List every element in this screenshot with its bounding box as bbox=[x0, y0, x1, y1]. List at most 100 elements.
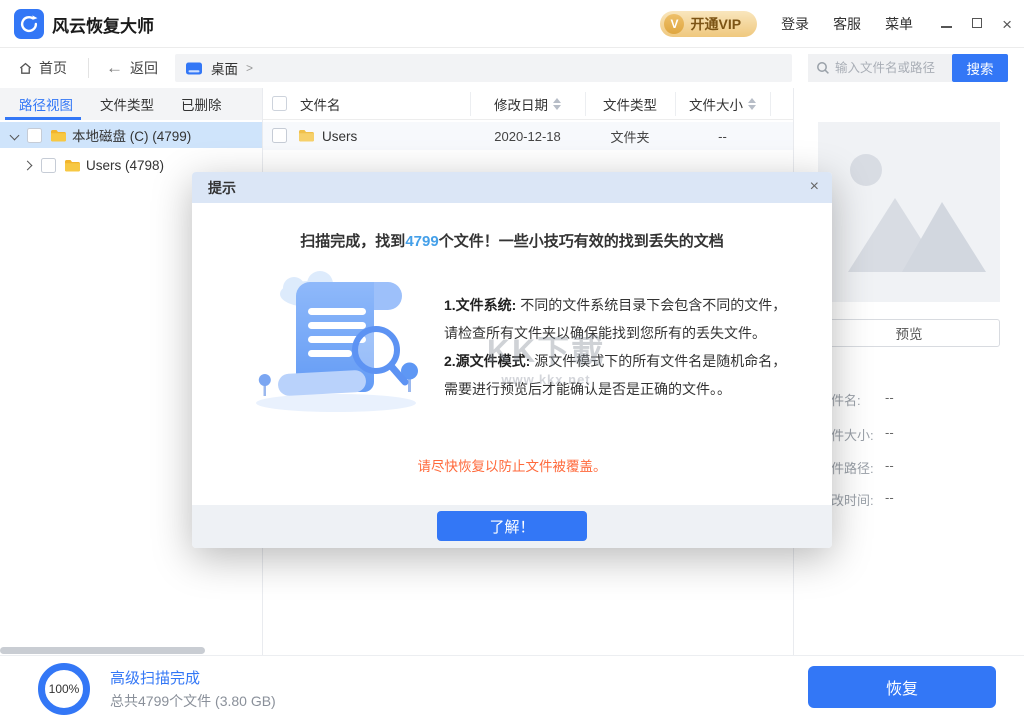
column-header-size-label: 文件大小 bbox=[689, 94, 743, 114]
file-info-modified: 修改时间: -- bbox=[818, 490, 1018, 509]
tip2-label: 2.源文件模式: bbox=[444, 353, 530, 369]
window-controls: × bbox=[941, 15, 1012, 33]
column-header-date[interactable]: 修改日期 bbox=[470, 88, 585, 120]
file-info-path: 文件路径: -- bbox=[818, 458, 1018, 477]
search-input[interactable] bbox=[835, 61, 940, 75]
scan-status-text: 高级扫描完成 bbox=[110, 667, 200, 688]
tree-item-local-disk-c[interactable]: 本地磁盘 (C) (4799) bbox=[0, 122, 262, 148]
back-button[interactable]: ← 返回 bbox=[106, 48, 158, 88]
search-icon bbox=[816, 61, 830, 75]
column-header-type[interactable]: 文件类型 bbox=[585, 88, 675, 120]
heading-suffix: 个文件！一些小技巧有效的找到丢失的文档 bbox=[439, 233, 724, 250]
chevron-down-icon[interactable] bbox=[10, 130, 20, 140]
home-button[interactable]: 首页 bbox=[18, 48, 67, 88]
progress-value: 100% bbox=[49, 682, 80, 696]
tab-path-view[interactable]: 路径视图 bbox=[19, 94, 73, 114]
navbar: 首页 ← 返回 桌面 > 搜索 bbox=[0, 48, 1024, 88]
cell-file-name: Users bbox=[322, 122, 357, 150]
titlebar: 风云恢复大师 V 开通VIP 登录 客服 菜单 × bbox=[0, 0, 1024, 48]
minimize-icon bbox=[941, 26, 952, 28]
tip-file-system: 1.文件系统: 不同的文件系统目录下会包含不同的文件，请检查所有文件夹以确保能找… bbox=[444, 291, 792, 347]
tree-checkbox-local-disk[interactable] bbox=[27, 128, 42, 143]
maximize-icon bbox=[972, 18, 982, 28]
active-tab-underline bbox=[5, 117, 81, 120]
column-header-name[interactable]: 文件名 bbox=[300, 88, 341, 120]
search-box bbox=[808, 54, 952, 82]
column-header-type-label: 文件类型 bbox=[603, 94, 657, 114]
table-row[interactable]: Users 2020-12-18 文件夹 -- bbox=[263, 122, 793, 150]
tree-checkbox-users[interactable] bbox=[41, 158, 56, 173]
back-label: 返回 bbox=[130, 58, 158, 78]
breadcrumb-separator: > bbox=[246, 61, 253, 75]
minimize-button[interactable] bbox=[941, 15, 952, 33]
breadcrumb-item[interactable]: 桌面 bbox=[211, 58, 238, 78]
folder-icon bbox=[64, 159, 80, 172]
dialog-footer: 了解！ bbox=[192, 505, 832, 548]
horizontal-scrollbar[interactable] bbox=[0, 647, 205, 654]
cell-modified-date: 2020-12-18 bbox=[470, 122, 585, 150]
row-checkbox[interactable] bbox=[272, 128, 287, 143]
file-info-name: 文件名: -- bbox=[818, 390, 1018, 409]
ok-button[interactable]: 了解！ bbox=[437, 511, 587, 541]
scan-illustration bbox=[248, 264, 428, 414]
disk-icon bbox=[185, 62, 203, 75]
preview-placeholder bbox=[818, 122, 1000, 302]
tree-item-label: Users (4798) bbox=[86, 158, 164, 173]
dialog-warning-text: 请尽快恢复以防止文件被覆盖。 bbox=[192, 455, 832, 475]
cell-file-type: 文件夹 bbox=[585, 122, 675, 150]
scan-summary-text: 总共4799个文件 (3.80 GB) bbox=[110, 691, 276, 711]
preview-button[interactable]: 预览 bbox=[818, 319, 1000, 347]
home-icon bbox=[18, 61, 33, 76]
dialog-tips: 1.文件系统: 不同的文件系统目录下会包含不同的文件，请检查所有文件夹以确保能找… bbox=[444, 291, 792, 403]
dialog-title: 提示 bbox=[208, 178, 236, 198]
back-arrow-icon: ← bbox=[106, 58, 123, 78]
recover-button[interactable]: 恢复 bbox=[808, 666, 996, 708]
scan-complete-dialog: 提示 × 扫描完成，找到4799个文件！一些小技巧有效的找到丢失的文档 1.文件… bbox=[192, 172, 832, 548]
dialog-header: 提示 × bbox=[192, 172, 832, 203]
breadcrumb[interactable]: 桌面 > bbox=[175, 54, 792, 82]
progress-ring: 100% bbox=[38, 663, 90, 715]
vip-v-icon: V bbox=[664, 14, 684, 34]
support-button[interactable]: 客服 bbox=[833, 14, 861, 34]
login-button[interactable]: 登录 bbox=[781, 14, 809, 34]
nav-divider bbox=[88, 58, 89, 78]
dialog-close-icon[interactable]: × bbox=[810, 178, 819, 196]
select-all-checkbox[interactable] bbox=[272, 96, 287, 111]
column-divider bbox=[770, 92, 771, 116]
statusbar: 100% 高级扫描完成 总共4799个文件 (3.80 GB) 恢复 bbox=[0, 655, 1024, 720]
app-logo-icon bbox=[14, 9, 44, 39]
table-header: 文件名 修改日期 文件类型 文件大小 bbox=[263, 88, 793, 120]
sidebar-tabbar: 路径视图 文件类型 已删除 bbox=[0, 88, 262, 120]
search-button[interactable]: 搜索 bbox=[952, 54, 1008, 82]
tree-item-label: 本地磁盘 (C) (4799) bbox=[72, 125, 191, 145]
folder-icon bbox=[298, 129, 314, 142]
column-header-date-label: 修改日期 bbox=[494, 94, 548, 114]
tab-file-type[interactable]: 文件类型 bbox=[100, 94, 154, 114]
dialog-heading: 扫描完成，找到4799个文件！一些小技巧有效的找到丢失的文档 bbox=[192, 230, 832, 251]
info-value: -- bbox=[885, 425, 894, 444]
info-value: -- bbox=[885, 458, 894, 477]
vip-label: 开通VIP bbox=[690, 14, 741, 34]
titlebar-actions: V 开通VIP 登录 客服 菜单 × bbox=[660, 0, 1012, 48]
column-header-size[interactable]: 文件大小 bbox=[675, 88, 770, 120]
info-value: -- bbox=[885, 490, 894, 509]
info-value: -- bbox=[885, 390, 894, 409]
image-placeholder-icon bbox=[818, 122, 1000, 302]
maximize-button[interactable] bbox=[972, 15, 982, 33]
tab-deleted[interactable]: 已删除 bbox=[181, 94, 222, 114]
sort-icon[interactable] bbox=[553, 98, 561, 110]
close-button[interactable]: × bbox=[1002, 16, 1012, 33]
tip-source-mode: 2.源文件模式: 源文件模式下的所有文件名是随机命名，需要进行预览后才能确认是否… bbox=[444, 347, 792, 403]
home-label: 首页 bbox=[39, 58, 67, 78]
file-info-size: 文件大小: -- bbox=[818, 425, 1018, 444]
folder-icon bbox=[50, 129, 66, 142]
vip-button[interactable]: V 开通VIP bbox=[660, 11, 757, 37]
app-title: 风云恢复大师 bbox=[52, 0, 154, 48]
heading-file-count: 4799 bbox=[405, 233, 438, 250]
sort-icon[interactable] bbox=[748, 98, 756, 110]
tip1-label: 1.文件系统: bbox=[444, 297, 516, 313]
chevron-right-icon[interactable] bbox=[23, 160, 33, 170]
menu-button[interactable]: 菜单 bbox=[885, 14, 913, 34]
heading-prefix: 扫描完成，找到 bbox=[300, 233, 405, 250]
cell-file-size: -- bbox=[675, 122, 770, 150]
